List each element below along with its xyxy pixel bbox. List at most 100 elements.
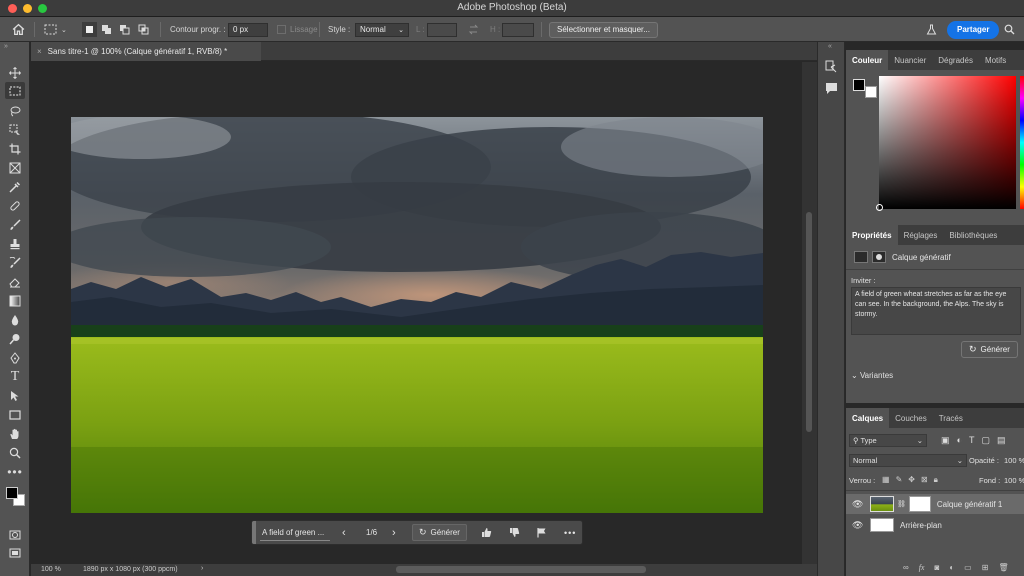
lock-all-icon[interactable]: 🔒︎: [934, 475, 938, 485]
delete-layer-icon[interactable]: 🗑︎: [998, 563, 1008, 572]
add-mask-icon[interactable]: ◙: [934, 563, 939, 572]
thumbs-up-icon[interactable]: [481, 521, 492, 544]
path-selection-tool-icon[interactable]: [5, 387, 25, 404]
pen-tool-icon[interactable]: [5, 349, 25, 366]
swap-icon[interactable]: [468, 17, 479, 42]
document-tab[interactable]: × Sans titre-1 @ 100% (Calque génératif …: [31, 42, 261, 61]
adjustment-filter-icon[interactable]: ◐: [957, 435, 962, 446]
zoom-level[interactable]: 100 %: [41, 566, 61, 573]
tab-nuancier[interactable]: Nuancier: [888, 50, 932, 70]
horizontal-scroll-thumb[interactable]: [396, 566, 646, 573]
tab-couleur[interactable]: Couleur: [846, 50, 889, 70]
height-input[interactable]: [502, 22, 534, 37]
tab-traces[interactable]: Tracés: [933, 408, 969, 428]
color-field[interactable]: [876, 76, 1016, 211]
blur-tool-icon[interactable]: [5, 311, 25, 328]
tab-degrades[interactable]: Dégradés: [932, 50, 979, 70]
hand-tool-icon[interactable]: [5, 425, 25, 442]
generate-button[interactable]: ↻ Générer: [412, 524, 467, 541]
subtract-selection-icon[interactable]: [119, 17, 130, 42]
variants-toggle[interactable]: ⌄ Variantes: [851, 371, 893, 380]
drag-handle[interactable]: [252, 521, 256, 544]
antialias-checkbox[interactable]: Lissage: [277, 17, 318, 42]
opacity-value[interactable]: 100 %: [1004, 456, 1024, 465]
rectangle-tool-icon[interactable]: [5, 406, 25, 423]
layer-style-icon[interactable]: fx: [919, 563, 925, 572]
foreground-color-chip[interactable]: [853, 79, 865, 91]
lock-position-icon[interactable]: ✥: [908, 475, 915, 485]
visibility-eye-icon[interactable]: 👁︎: [852, 499, 864, 510]
layer-filter-select[interactable]: ⚲ Type ⌄: [849, 434, 927, 447]
lock-pixels-icon[interactable]: ✎: [896, 475, 903, 485]
layer-row[interactable]: 👁︎ ⛓︎ Calque génératif 1: [846, 494, 1024, 514]
report-flag-icon[interactable]: [536, 521, 547, 544]
lock-artboard-icon[interactable]: ⊠: [921, 475, 928, 485]
pixel-filter-icon[interactable]: ▣: [941, 435, 950, 446]
close-tab-icon[interactable]: ×: [37, 47, 42, 56]
zoom-tool-icon[interactable]: [5, 444, 25, 461]
layer-mask-thumbnail[interactable]: [908, 496, 931, 512]
vertical-scroll-thumb[interactable]: [806, 212, 812, 432]
tab-bibliotheques[interactable]: Bibliothèques: [943, 225, 1003, 245]
history-panel-icon[interactable]: [825, 60, 838, 78]
marquee-preset-icon[interactable]: ⌄: [44, 17, 67, 42]
link-layers-icon[interactable]: ∞: [903, 563, 909, 572]
hue-slider[interactable]: [1020, 76, 1024, 209]
add-selection-icon[interactable]: [101, 17, 112, 42]
gradient-tool-icon[interactable]: [5, 292, 25, 309]
marquee-tool-icon[interactable]: [5, 82, 25, 99]
new-layer-icon[interactable]: ⊞: [982, 563, 989, 572]
intersect-selection-icon[interactable]: [138, 17, 149, 42]
chevron-right-icon[interactable]: ›: [201, 565, 203, 572]
link-icon[interactable]: ⛓︎: [897, 500, 906, 508]
move-tool-icon[interactable]: [5, 64, 25, 81]
generated-image[interactable]: [71, 117, 763, 513]
tab-couches[interactable]: Couches: [889, 408, 933, 428]
frame-tool-icon[interactable]: [5, 159, 25, 176]
tab-calques[interactable]: Calques: [846, 408, 890, 428]
thumbs-down-icon[interactable]: [509, 521, 520, 544]
comments-panel-icon[interactable]: [825, 82, 838, 100]
tab-proprietes[interactable]: Propriétés: [846, 225, 898, 245]
crop-tool-icon[interactable]: [5, 140, 25, 157]
flask-icon[interactable]: [926, 17, 937, 42]
search-icon[interactable]: [1004, 17, 1015, 42]
vertical-scrollbar[interactable]: [802, 62, 817, 564]
color-swatches[interactable]: [4, 485, 28, 515]
collapse-icon[interactable]: »: [4, 43, 8, 50]
brush-tool-icon[interactable]: [5, 216, 25, 233]
more-tools-icon[interactable]: •••: [5, 463, 25, 480]
select-and-mask-button[interactable]: Sélectionner et masquer...: [549, 21, 658, 38]
eraser-tool-icon[interactable]: [5, 273, 25, 290]
prompt-textarea[interactable]: A field of green wheat stretches as far …: [851, 287, 1021, 335]
blend-mode-select[interactable]: Normal ⌄: [849, 454, 967, 467]
eyedropper-tool-icon[interactable]: [5, 178, 25, 195]
visibility-eye-icon[interactable]: 👁︎: [852, 520, 864, 531]
new-selection-icon[interactable]: [82, 17, 97, 42]
history-brush-tool-icon[interactable]: [5, 254, 25, 271]
share-button[interactable]: Partager: [947, 20, 1000, 39]
dodge-tool-icon[interactable]: [5, 330, 25, 347]
next-variant-icon[interactable]: ›: [392, 521, 396, 544]
feather-input[interactable]: 0 px: [228, 22, 268, 37]
background-color-chip[interactable]: [865, 86, 877, 98]
color-picker-handle[interactable]: [876, 204, 883, 211]
lock-transparency-icon[interactable]: ▦: [882, 475, 890, 485]
layer-row[interactable]: 👁︎ Arrière-plan: [846, 515, 1024, 535]
adjustment-layer-icon[interactable]: ◐: [949, 563, 954, 572]
tab-reglages[interactable]: Réglages: [898, 225, 944, 245]
type-tool-icon[interactable]: T: [5, 368, 25, 385]
width-input[interactable]: [427, 22, 457, 37]
healing-brush-tool-icon[interactable]: [5, 197, 25, 214]
type-filter-icon[interactable]: T: [969, 435, 975, 446]
lasso-tool-icon[interactable]: [5, 102, 25, 119]
fill-value[interactable]: 100 %: [1004, 476, 1024, 485]
foreground-color-swatch[interactable]: [6, 487, 18, 499]
more-options-icon[interactable]: •••: [564, 521, 576, 544]
collapse-icon[interactable]: «: [828, 43, 832, 50]
shape-filter-icon[interactable]: ▢: [981, 435, 990, 446]
screen-mode-icon[interactable]: [5, 544, 25, 561]
style-select[interactable]: Normal ⌄: [355, 22, 409, 37]
smart-object-filter-icon[interactable]: ▤: [997, 435, 1006, 446]
quick-mask-icon[interactable]: [5, 526, 25, 543]
